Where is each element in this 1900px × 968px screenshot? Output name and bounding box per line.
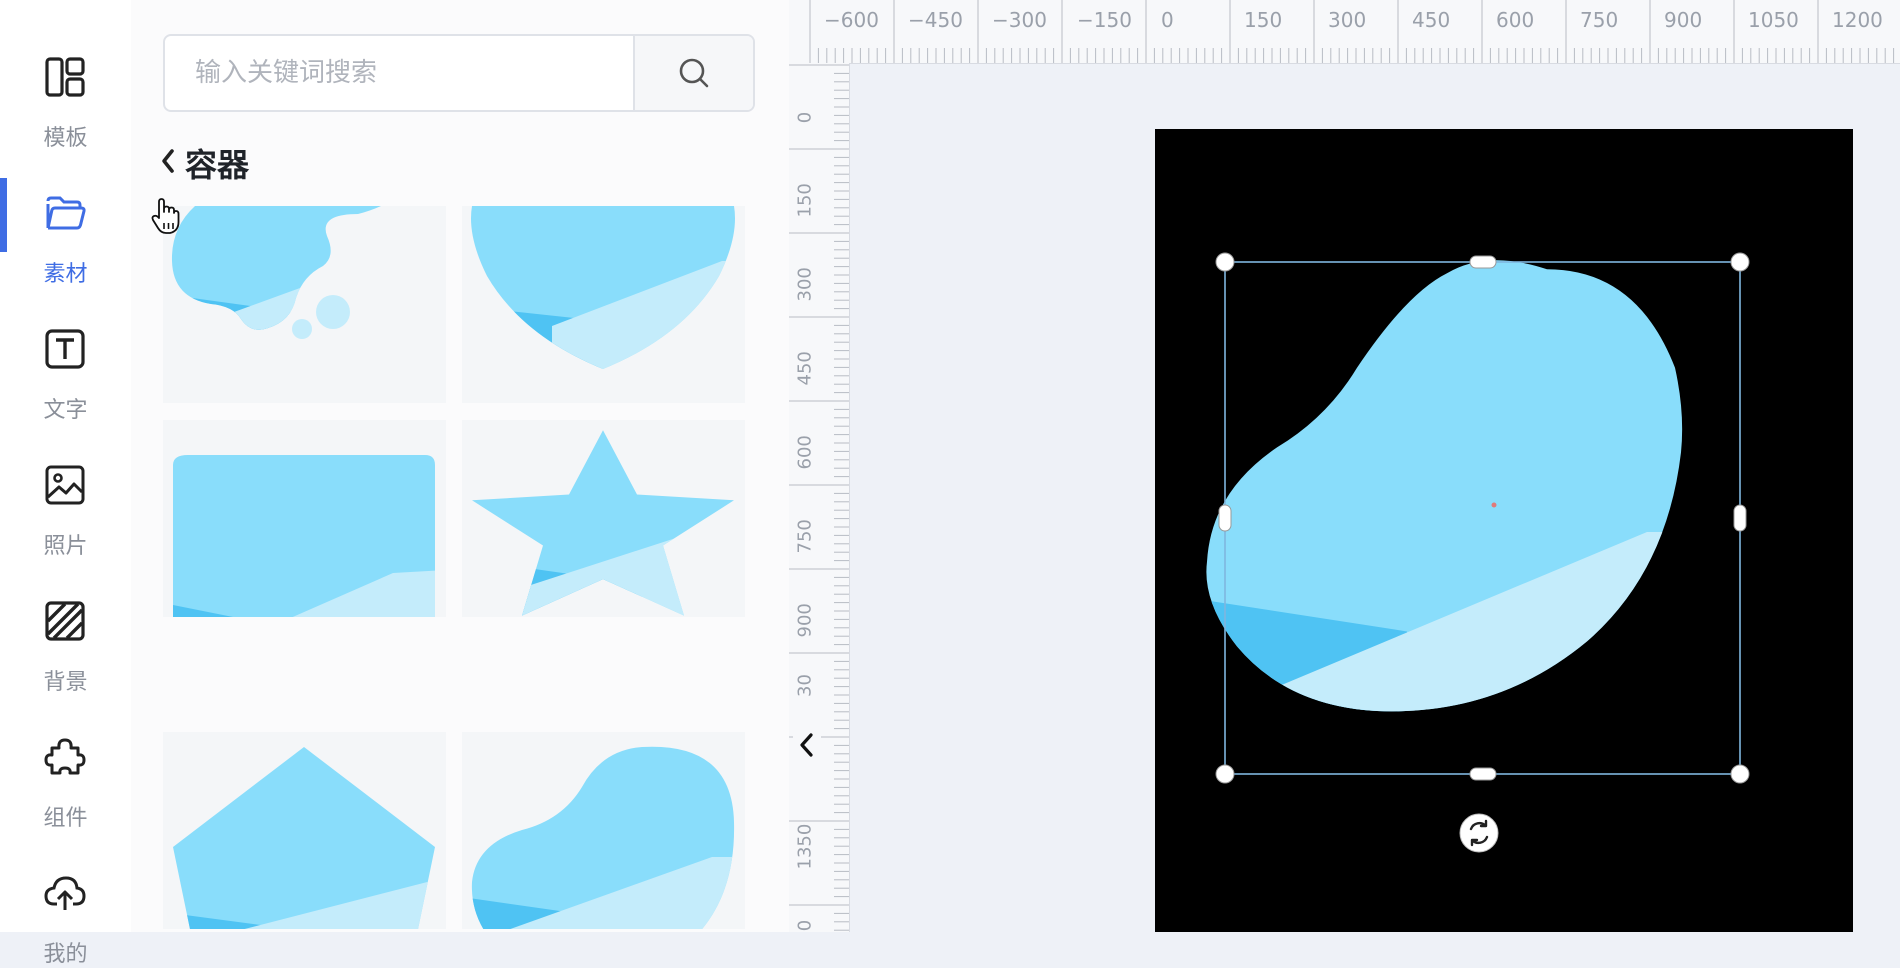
image-icon [45, 465, 85, 505]
ruler-label: 0 [794, 919, 816, 932]
nav-item-materials[interactable]: 素材 [0, 156, 131, 287]
nav-item-templates[interactable]: 模板 [0, 20, 131, 151]
resize-handle-bottom-left[interactable] [1215, 764, 1235, 784]
ruler-label: 750 [1580, 8, 1619, 32]
nav-label-templates: 模板 [43, 126, 88, 151]
text-icon [45, 329, 85, 369]
design-canvas[interactable] [1155, 129, 1853, 932]
materials-panel: 容器 [131, 0, 789, 932]
ruler-label: 150 [794, 183, 816, 218]
ruler-label: −450 [908, 8, 963, 32]
nav-item-backgrounds[interactable]: 背景 [0, 564, 131, 695]
ruler-label: 1350 [794, 823, 816, 870]
ruler-label: 1200 [1832, 8, 1883, 32]
ruler-label: −600 [824, 8, 879, 32]
nav-item-photos[interactable]: 照片 [0, 428, 131, 559]
ruler-label: 0 [1161, 8, 1174, 32]
ruler-label: 150 [1244, 8, 1283, 32]
nav-item-mine[interactable]: 我的 [0, 836, 131, 967]
search-button[interactable] [633, 36, 753, 110]
chevron-left-icon [793, 728, 821, 762]
folder-icon [46, 196, 86, 230]
collapse-panel-button[interactable] [789, 725, 825, 765]
search-box [163, 34, 755, 112]
puzzle-icon [44, 738, 86, 775]
resize-handle-left[interactable] [1218, 504, 1232, 532]
heart-shape [471, 206, 735, 369]
nav-label-mine: 我的 [43, 942, 88, 967]
material-tile-speech-bubble[interactable] [163, 420, 446, 617]
resize-handle-top-right[interactable] [1730, 252, 1750, 272]
resize-handle-bottom[interactable] [1469, 767, 1497, 781]
section-title: 容器 [185, 146, 250, 184]
layout-icon [45, 57, 85, 97]
vertical-ruler: 0 150 300 450 600 750 900 30 1350 0 [789, 63, 850, 932]
resize-handle-right[interactable] [1733, 504, 1747, 532]
resize-handle-bottom-right[interactable] [1730, 764, 1750, 784]
pentagon-shape [173, 747, 435, 929]
ruler-label: −150 [1077, 8, 1132, 32]
ruler-label: −300 [992, 8, 1047, 32]
nav-label-photos: 照片 [43, 534, 88, 559]
ruler-label: 450 [794, 351, 816, 386]
nav-item-text[interactable]: 文字 [0, 292, 131, 423]
star-shape [472, 430, 734, 616]
search-icon [679, 58, 709, 88]
search-input[interactable] [165, 36, 670, 110]
ruler-label: 300 [1328, 8, 1367, 32]
chevron-left-icon[interactable] [159, 146, 177, 176]
ruler-label: 900 [1664, 8, 1703, 32]
ruler-label: 30 [794, 674, 816, 697]
center-point [1491, 502, 1497, 508]
left-nav: 模板 素材 文字 照片 背景 组件 我的 [0, 0, 132, 967]
resize-handle-top[interactable] [1469, 255, 1497, 269]
nav-label-backgrounds: 背景 [43, 670, 88, 695]
material-tile-star[interactable] [462, 420, 745, 617]
resize-handle-top-left[interactable] [1215, 252, 1235, 272]
ruler-label: 1050 [1748, 8, 1799, 32]
ruler-label: 900 [794, 603, 816, 638]
upload-cloud-icon [44, 876, 86, 910]
material-tile-pentagon[interactable] [163, 732, 446, 929]
speech-bubble-shape [173, 455, 435, 617]
horizontal-ruler: −600 −450 −300 −150 0 150 300 450 600 75… [789, 0, 1900, 64]
background-icon [45, 601, 85, 641]
selected-blob-container[interactable] [1155, 129, 1853, 932]
material-tile-blob-dots[interactable] [163, 206, 446, 403]
ruler-label: 600 [794, 435, 816, 470]
nav-label-materials: 素材 [43, 262, 88, 287]
ruler-label: 750 [794, 519, 816, 554]
ruler-label: 0 [794, 111, 816, 124]
material-tile-heart[interactable] [462, 206, 745, 403]
material-tile-blob[interactable] [462, 732, 745, 929]
hand-cursor-icon [151, 198, 180, 234]
ruler-label: 300 [794, 267, 816, 302]
nav-label-components: 组件 [43, 806, 88, 831]
nav-label-text: 文字 [43, 398, 88, 423]
ruler-label: 600 [1496, 8, 1535, 32]
blob-with-dots-shape [171, 206, 381, 339]
nav-item-components[interactable]: 组件 [0, 700, 131, 831]
rotate-handle[interactable] [1459, 813, 1499, 853]
blob-shape [471, 746, 735, 929]
ruler-label: 450 [1412, 8, 1451, 32]
